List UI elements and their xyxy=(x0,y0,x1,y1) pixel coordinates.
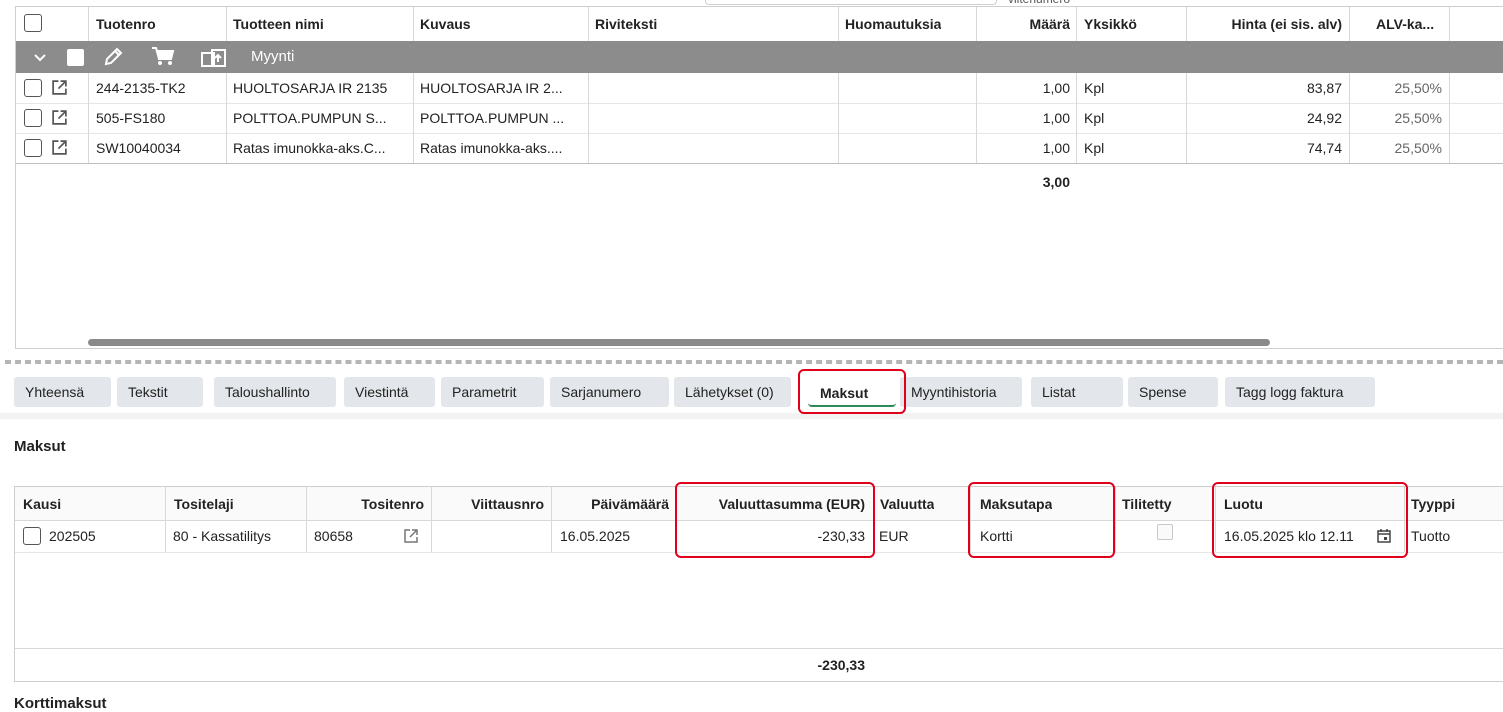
product-yksikko: Kpl xyxy=(1084,140,1105,156)
section-title-korttimaksut: Korttimaksut xyxy=(14,695,107,712)
product-hinta: 83,87 xyxy=(1306,80,1342,96)
product-row[interactable]: SW10040034 Ratas imunokka-aks.C... Ratas i… xyxy=(16,133,1503,164)
open-external-icon[interactable] xyxy=(51,79,68,96)
tab-listat[interactable]: Listat xyxy=(1031,377,1123,407)
group-label: Myynti xyxy=(251,48,295,65)
col-header-kausi[interactable]: Kausi xyxy=(23,496,61,512)
product-nimi: POLTTOA.PUMPUN S... xyxy=(233,110,387,126)
product-row-checkbox[interactable] xyxy=(24,79,42,97)
payment-row-checkbox[interactable] xyxy=(23,527,41,545)
open-external-icon[interactable] xyxy=(51,109,68,126)
product-alv: 25,50% xyxy=(1394,80,1442,96)
payment-tositenro: 80658 xyxy=(314,528,353,544)
tab-viestintä[interactable]: Viestintä xyxy=(344,377,435,407)
col-header-kuvaus[interactable]: Kuvaus xyxy=(420,16,471,32)
col-header-paivamaara[interactable]: Päivämäärä xyxy=(552,496,669,512)
col-header-hinta[interactable]: Hinta (ei sis. alv) xyxy=(1188,16,1342,32)
col-header-tositelaji[interactable]: Tositelaji xyxy=(174,496,234,512)
col-header-riviteksti[interactable]: Riviteksti xyxy=(595,16,657,32)
product-hinta: 24,92 xyxy=(1306,110,1342,126)
products-header-row: Tuotenro Tuotteen nimi Kuvaus Riviteksti… xyxy=(16,7,1503,42)
product-nimi: HUOLTOSARJA IR 2135 xyxy=(233,80,388,96)
tab-yhteensä[interactable]: Yhteensä xyxy=(14,377,111,407)
product-nimi: Ratas imunokka-aks.C... xyxy=(233,140,386,156)
product-row-checkbox[interactable] xyxy=(24,109,42,127)
product-alv: 25,50% xyxy=(1394,110,1442,126)
open-external-icon[interactable] xyxy=(403,528,419,544)
col-header-valuutta[interactable]: Valuutta xyxy=(880,496,934,512)
product-yksikko: Kpl xyxy=(1084,110,1105,126)
splitter-handle[interactable] xyxy=(5,360,1503,364)
product-tuotenro: SW10040034 xyxy=(96,140,181,156)
product-maara: 1,00 xyxy=(1042,110,1070,126)
tab-spense[interactable]: Spense xyxy=(1128,377,1218,407)
group-bar-myynti: Myynti xyxy=(16,41,1503,73)
transfer-boxes-icon[interactable] xyxy=(201,46,227,68)
tilitetty-checkbox xyxy=(1157,524,1173,540)
products-total-maara: 3,00 xyxy=(1042,174,1070,190)
tab-divider xyxy=(0,413,1503,419)
payment-kausi: 202505 xyxy=(49,528,96,544)
col-header-tilitetty[interactable]: Tilitetty xyxy=(1122,496,1172,512)
payments-footer xyxy=(15,648,1503,649)
product-alv: 25,50% xyxy=(1394,140,1442,156)
highlight-maksut-tab xyxy=(798,369,906,414)
payment-tositelaji: 80 - Kassatilitys xyxy=(173,528,272,544)
product-hinta: 74,74 xyxy=(1306,140,1342,156)
col-header-tositenro[interactable]: Tositenro xyxy=(307,496,424,512)
open-external-icon[interactable] xyxy=(51,139,68,156)
tab-tagg-logg-faktura[interactable]: Tagg logg faktura xyxy=(1225,377,1375,407)
select-all-checkbox[interactable] xyxy=(24,14,42,32)
product-kuvaus: HUOLTOSARJA IR 2... xyxy=(420,80,563,96)
highlight-maksutapa xyxy=(968,482,1115,558)
col-header-viittausnro[interactable]: Viittausnro xyxy=(432,496,544,512)
col-header-tyyppi[interactable]: Tyyppi xyxy=(1411,496,1455,512)
pencil-icon[interactable] xyxy=(102,46,124,68)
product-maara: 1,00 xyxy=(1042,140,1070,156)
col-header-tuotteen-nimi[interactable]: Tuotteen nimi xyxy=(233,16,324,32)
product-row-checkbox[interactable] xyxy=(24,139,42,157)
col-header-maara[interactable]: Määrä xyxy=(978,16,1070,32)
payments-total: -230,33 xyxy=(817,657,865,673)
product-kuvaus: Ratas imunokka-aks.... xyxy=(420,140,563,156)
chevron-down-icon[interactable] xyxy=(33,50,47,64)
tab-lähetykset-0[interactable]: Lähetykset (0) xyxy=(674,377,791,407)
highlight-luotu xyxy=(1212,482,1408,558)
top-cutoff-field xyxy=(705,0,997,5)
col-header-tuotenro[interactable]: Tuotenro xyxy=(96,16,156,32)
product-tuotenro: 244-2135-TK2 xyxy=(96,80,186,96)
product-maara: 1,00 xyxy=(1042,80,1070,96)
product-kuvaus: POLTTOA.PUMPUN ... xyxy=(420,110,565,126)
tab-sarjanumero[interactable]: Sarjanumero xyxy=(550,377,669,407)
product-tuotenro: 505-FS180 xyxy=(96,110,166,126)
product-yksikko: Kpl xyxy=(1084,80,1105,96)
payment-paivamaara: 16.05.2025 xyxy=(560,528,631,544)
tab-myyntihistoria[interactable]: Myyntihistoria xyxy=(900,377,1022,407)
section-title-maksut: Maksut xyxy=(14,438,66,455)
product-row[interactable]: 505-FS180 POLTTOA.PUMPUN S... POLTTOA.PUMP… xyxy=(16,103,1503,134)
payment-valuutta: EUR xyxy=(879,528,909,544)
cart-icon[interactable] xyxy=(151,45,175,67)
col-header-huomautuksia[interactable]: Huomautuksia xyxy=(845,16,941,32)
tab-tekstit[interactable]: Tekstit xyxy=(117,377,203,407)
tab-taloushallinto[interactable]: Taloushallinto xyxy=(214,377,336,407)
payment-tyyppi: Tuotto xyxy=(1411,528,1451,544)
products-table: Tuotenro Tuotteen nimi Kuvaus Riviteksti… xyxy=(15,6,1503,349)
product-row[interactable]: 244-2135-TK2 HUOLTOSARJA IR 2135 HUOLTOSAR… xyxy=(16,73,1503,104)
col-header-alv[interactable]: ALV-ka... xyxy=(1376,16,1434,32)
highlight-valuuttasumma xyxy=(675,482,875,558)
tab-parametrit[interactable]: Parametrit xyxy=(441,377,544,407)
group-checkbox[interactable] xyxy=(67,49,84,66)
horizontal-scrollbar[interactable] xyxy=(88,339,1270,346)
col-header-yksikko[interactable]: Yksikkö xyxy=(1084,16,1137,32)
